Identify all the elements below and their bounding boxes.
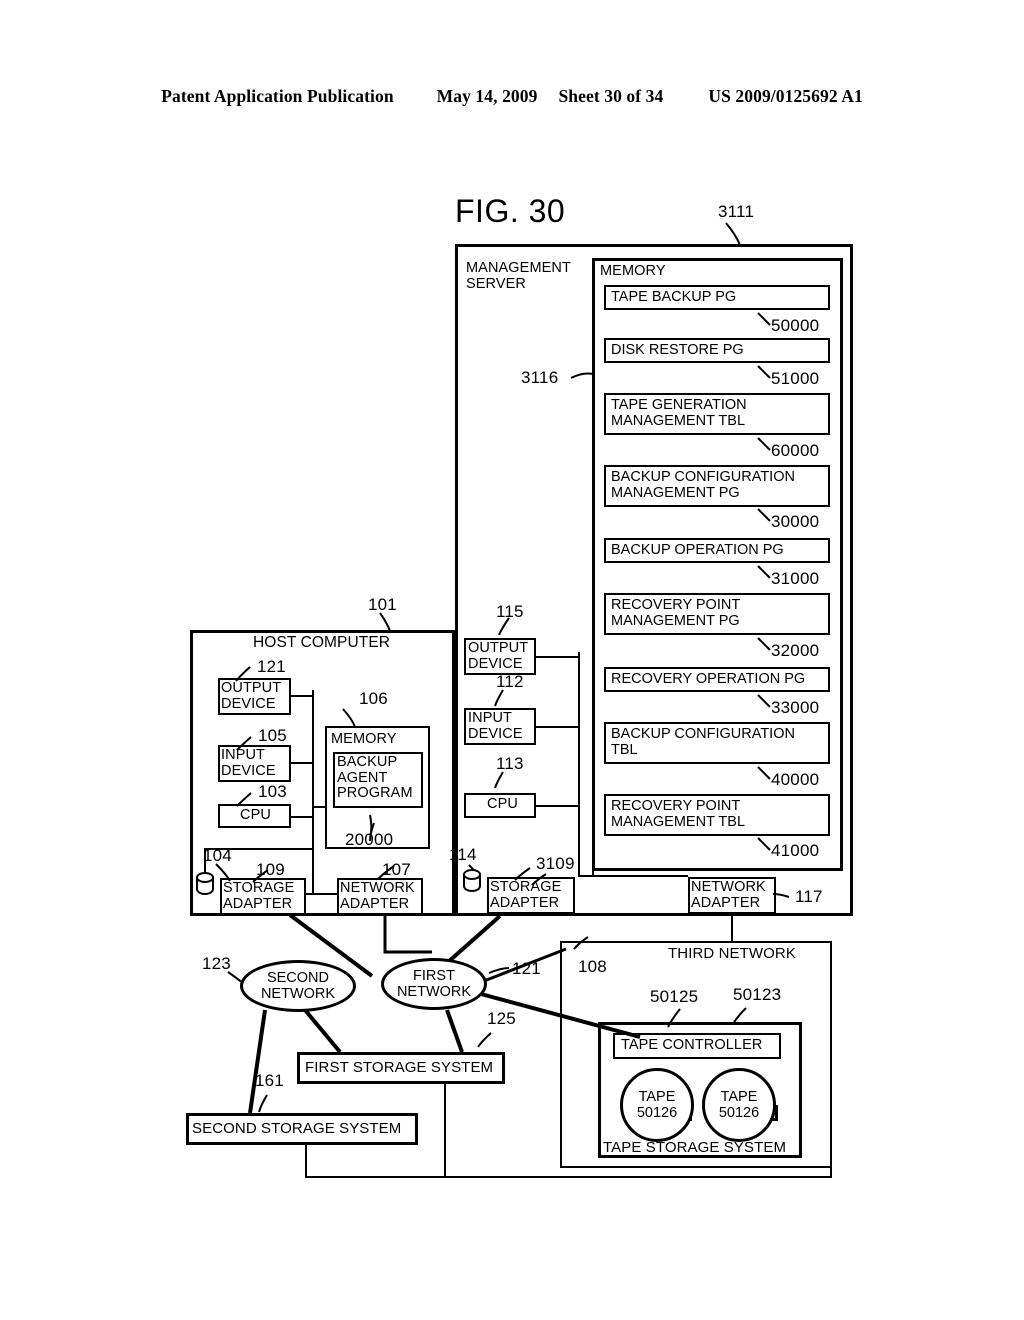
host-input-device-ref: 105 (258, 726, 287, 745)
host-cpu-ref: 103 (258, 782, 287, 801)
management-cpu-ref: 113 (496, 754, 524, 773)
host-backup-agent-program-ref: 20000 (345, 830, 394, 849)
host-memory-label: MEMORY (331, 731, 397, 747)
host-bus-adapter-link (304, 893, 339, 895)
memory-item-tape-backup-pg: TAPE BACKUP PG (604, 285, 830, 310)
management-storage-adapter-ref: 3109 (536, 854, 575, 873)
management-bus-memory-link-v (592, 850, 594, 877)
first-storage-system-ref: 125 (487, 1009, 516, 1028)
memory-item-recovery-point-management-tbl: RECOVERY POINT MANAGEMENT TBL (604, 794, 830, 836)
host-storage-adapter-label: STORAGE ADAPTER (223, 880, 295, 912)
header-patent-number: US 2009/0125692 A1 (708, 86, 863, 106)
host-network-adapter-label: NETWORK ADAPTER (340, 880, 415, 912)
memory-item-recovery-point-management-pg: RECOVERY POINT MANAGEMENT PG (604, 593, 830, 635)
memory-item-backup-configuration-tbl: BACKUP CONFIGURATION TBL (604, 722, 830, 764)
second-storage-system-down (305, 1145, 307, 1178)
host-input-device-label: INPUT DEVICE (221, 747, 276, 779)
management-input-device-label: INPUT DEVICE (468, 710, 523, 742)
host-computer-label: HOST COMPUTER (253, 634, 391, 651)
first-network-ref: 121 (512, 959, 541, 978)
management-server-label: MANAGEMENT SERVER (466, 260, 571, 292)
host-bus-memory-link (312, 806, 327, 808)
publication-header: Patent Application Publication May 14, 2… (0, 86, 1024, 107)
host-storage-adapter-ref: 109 (256, 860, 285, 879)
management-server-ref: 3111 (718, 202, 755, 221)
memory-item-disk-restore-pg: DISK RESTORE PG (604, 338, 830, 363)
memory-ref-30000: 30000 (771, 512, 820, 531)
management-network-adapter-label: NETWORK ADAPTER (691, 879, 766, 911)
figure-title: FIG. 30 (455, 193, 566, 229)
host-bus-disk-link (204, 848, 314, 850)
host-cpu-label: CPU (240, 807, 271, 823)
memory-ref-33000: 33000 (771, 698, 820, 717)
host-memory-ref: 106 (359, 689, 388, 708)
third-network-down (830, 1100, 832, 1178)
third-network-uplink (731, 915, 733, 942)
tape-reel-2: TAPE 50126 (702, 1068, 776, 1142)
header-publication: Patent Application Publication (161, 86, 394, 106)
management-bus-storage-adapter-link (578, 875, 688, 877)
host-bus-disk-drop (204, 848, 206, 874)
host-output-device-ref: 121 (257, 657, 286, 676)
host-computer-ref: 101 (368, 595, 397, 614)
first-storage-system-down (444, 1084, 446, 1178)
tape-storage-system-label: TAPE STORAGE SYSTEM (603, 1139, 787, 1156)
tape-controller-label: TAPE CONTROLLER (621, 1037, 763, 1053)
memory-ref-50000: 50000 (771, 316, 820, 335)
host-bus-output-link (291, 695, 314, 697)
host-bus-cpu-link (291, 816, 314, 818)
tape-reel-1: TAPE 50126 (620, 1068, 694, 1142)
management-bus-input-link (536, 726, 580, 728)
first-network-node[interactable]: FIRST NETWORK (381, 958, 487, 1010)
memory-ref-40000: 40000 (771, 770, 820, 789)
third-network-ref: 108 (578, 957, 607, 976)
memory-item-backup-operation-pg: BACKUP OPERATION PG (604, 538, 830, 563)
second-network-node[interactable]: SECOND NETWORK (240, 960, 356, 1012)
memory-ref-51000: 51000 (771, 369, 820, 388)
header-date: May 14, 2009 (436, 86, 538, 106)
memory-ref-60000: 60000 (771, 441, 820, 460)
management-bus-vertical (578, 652, 580, 877)
memory-ref-32000: 32000 (771, 641, 820, 660)
host-backup-agent-program-label: BACKUP AGENT PROGRAM (337, 754, 413, 801)
management-disk-icon (463, 869, 481, 895)
management-bus-cpu-link (536, 805, 580, 807)
memory-ref-31000: 31000 (771, 569, 820, 588)
tape-controller-ref: 50125 (650, 987, 699, 1006)
management-bus-output-link (536, 656, 580, 658)
memory-item-backup-configuration-management-pg: BACKUP CONFIGURATION MANAGEMENT PG (604, 465, 830, 507)
bottom-bus (305, 1176, 832, 1178)
host-output-device-label: OUTPUT DEVICE (221, 680, 282, 712)
management-cpu-label: CPU (487, 796, 518, 812)
header-sheet: Sheet 30 of 34 (558, 86, 664, 106)
host-bus-vertical (312, 690, 314, 895)
host-network-adapter-ref: 107 (382, 860, 411, 879)
management-output-device-ref: 115 (496, 602, 524, 621)
management-storage-adapter-label: STORAGE ADAPTER (490, 879, 562, 911)
second-storage-system-label: SECOND STORAGE SYSTEM (192, 1120, 402, 1137)
second-network-ref: 123 (202, 954, 231, 973)
management-input-device-ref: 112 (496, 672, 524, 691)
host-disk-icon (196, 872, 214, 898)
third-network-label: THIRD NETWORK (668, 945, 796, 962)
memory-item-tape-generation-management-tbl: TAPE GENERATION MANAGEMENT TBL (604, 393, 830, 435)
second-storage-system-ref: 161 (255, 1071, 284, 1090)
first-storage-system-label: FIRST STORAGE SYSTEM (305, 1059, 494, 1076)
memory-ref-41000: 41000 (771, 841, 820, 860)
memory-item-recovery-operation-pg: RECOVERY OPERATION PG (604, 667, 830, 692)
management-output-device-label: OUTPUT DEVICE (468, 640, 529, 672)
host-bus-input-link (291, 762, 314, 764)
management-server-memory-label: MEMORY (600, 263, 666, 279)
management-network-adapter-ref: 117 (795, 887, 823, 906)
management-server-memory-ref: 3116 (521, 368, 559, 387)
patent-figure-page: Patent Application Publication May 14, 2… (0, 0, 1024, 1320)
tape-storage-system-ref: 50123 (733, 985, 782, 1004)
